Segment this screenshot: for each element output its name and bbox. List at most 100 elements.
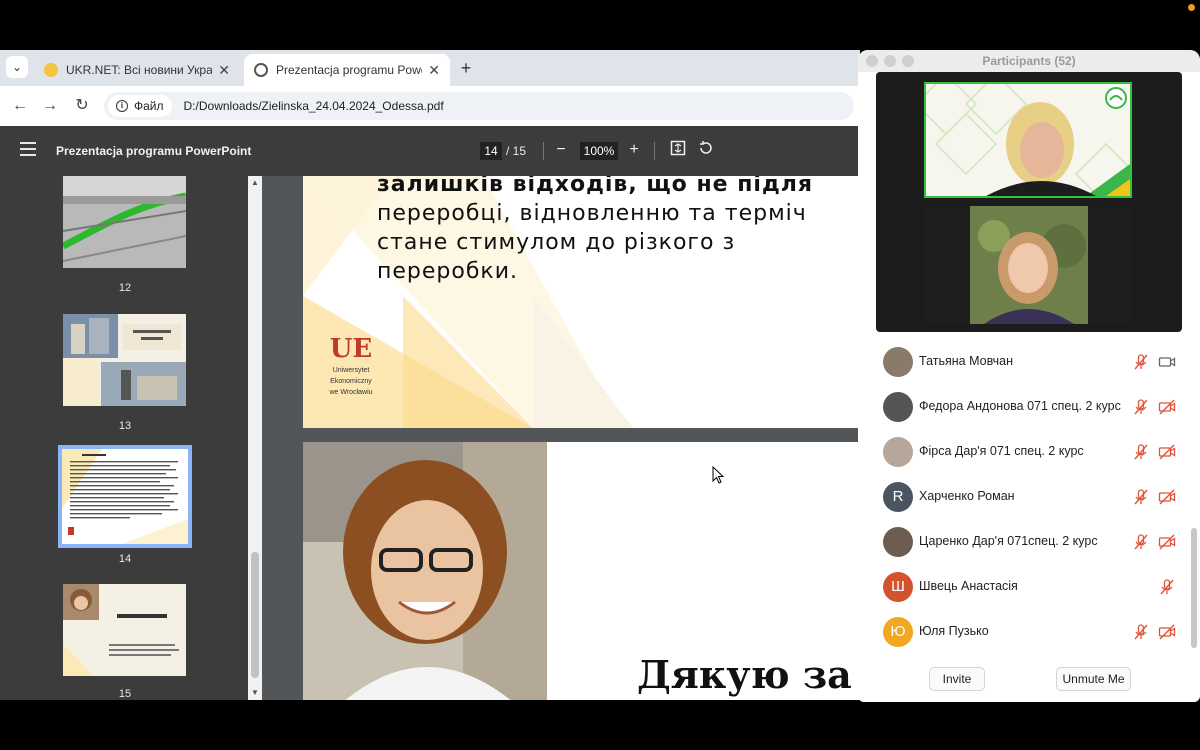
scroll-up-arrow-icon[interactable]: ▲ xyxy=(250,178,260,187)
participant-row[interactable]: R Харченко Роман xyxy=(858,475,1188,520)
site-info-chip[interactable]: i Файл xyxy=(108,95,172,117)
reload-icon[interactable]: ↻ xyxy=(72,96,92,116)
forward-arrow-icon[interactable]: → xyxy=(40,96,60,116)
participant-name: Федора Андонова 071 спец. 2 курс xyxy=(919,399,1121,413)
participant-name: Харченко Роман xyxy=(919,489,1015,503)
tab-strip: ⌄ UKR.NET: Всі новини України ✕ Prezenta… xyxy=(0,50,860,86)
tab-ukrnet[interactable]: UKR.NET: Всі новини України ✕ xyxy=(34,54,240,86)
mic-muted-icon xyxy=(1132,623,1150,641)
site-chip-label: Файл xyxy=(134,99,164,113)
video-on-icon xyxy=(1158,353,1176,371)
participant-row[interactable]: Царенко Дар'я 071спец. 2 курс xyxy=(858,520,1188,565)
tab-title: UKR.NET: Всі новини України xyxy=(66,63,213,77)
mic-muted-icon xyxy=(1132,398,1150,416)
browser-window: ⌄ UKR.NET: Всі новини України ✕ Prezenta… xyxy=(0,50,860,700)
logo-name-line: Ekonomiczny xyxy=(330,378,372,385)
thumbnail-number: 14 xyxy=(118,553,132,565)
rotate-icon[interactable] xyxy=(696,140,716,160)
address-bar: ← → ↻ i Файл D:/Downloads/Zielinska_24.0… xyxy=(0,86,860,126)
video-tile-participant[interactable] xyxy=(924,206,1132,324)
thumbnail-number: 12 xyxy=(118,282,132,294)
video-tile-speaker[interactable] xyxy=(924,82,1132,198)
ue-logo-mark: UE xyxy=(329,334,373,364)
sidebar-scrollbar[interactable]: ▲ ▼ xyxy=(248,176,262,700)
back-arrow-icon[interactable]: ← xyxy=(10,96,30,116)
avatar xyxy=(883,437,913,467)
participant-name: Царенко Дар'я 071спец. 2 курс xyxy=(919,534,1098,548)
mic-muted-icon xyxy=(1132,353,1150,371)
avatar xyxy=(883,347,913,377)
pdf-title: Prezentacja programu PowerPoint xyxy=(56,144,252,158)
video-off-icon xyxy=(1158,443,1176,461)
participant-name: Фірса Дар'я 071 спец. 2 курс xyxy=(919,444,1084,458)
invite-button[interactable]: Invite xyxy=(929,667,985,691)
notification-dot xyxy=(1188,4,1195,11)
zoom-level-input[interactable]: 100% xyxy=(580,142,618,160)
pdf-toolbar: Prezentacja programu PowerPoint 14 / 15 … xyxy=(0,126,860,176)
thumbnail-page-15[interactable] xyxy=(63,584,186,676)
video-off-icon xyxy=(1158,488,1176,506)
slide-line: залишків відходів, що не підля xyxy=(377,176,813,197)
video-off-icon xyxy=(1158,623,1176,641)
avatar xyxy=(883,392,913,422)
menu-icon[interactable] xyxy=(20,142,36,156)
participant-name: Татьяна Мовчан xyxy=(919,354,1014,368)
slide-line: переробці, відновленню та терміч xyxy=(377,201,807,226)
slide-body-text: залишків відходів, що не підля переробці… xyxy=(377,176,860,286)
participant-row[interactable]: Татьяна Мовчан xyxy=(858,340,1188,385)
thank-you-title: Дякую за у xyxy=(637,652,860,697)
pdf-page-15: Дякую за у xyxy=(303,442,860,700)
video-off-icon xyxy=(1158,398,1176,416)
mic-muted-icon xyxy=(1132,533,1150,551)
thumbnail-sidebar: 12 13 14 15 xyxy=(0,176,248,700)
omnibox[interactable]: i Файл D:/Downloads/Zielinska_24.04.2024… xyxy=(104,92,854,120)
page-number-input[interactable]: 14 xyxy=(480,142,502,160)
thumbnail-number: 13 xyxy=(118,420,132,432)
mic-muted-icon xyxy=(1132,488,1150,506)
pdf-body: 12 13 14 15 ▲ ▼ залишків відходів, що не… xyxy=(0,176,860,700)
pdf-page-14: залишків відходів, що не підля переробці… xyxy=(303,176,860,428)
window-titlebar: Participants (52) xyxy=(858,50,1200,72)
scrollbar-thumb[interactable] xyxy=(251,552,259,678)
thumbnail-page-12[interactable] xyxy=(63,176,186,268)
avatar: R xyxy=(883,482,913,512)
participants-window: Participants (52) Татьяна Мовчан Федора … xyxy=(858,50,1200,702)
participant-row[interactable]: Фірса Дар'я 071 спец. 2 курс xyxy=(858,430,1188,475)
mic-muted-icon xyxy=(1158,578,1176,596)
new-tab-button[interactable]: + xyxy=(456,58,476,78)
close-tab-icon[interactable]: ✕ xyxy=(218,62,230,79)
thumbnail-page-14[interactable] xyxy=(58,445,192,548)
info-icon: i xyxy=(116,100,128,112)
divider xyxy=(543,142,544,160)
url-text[interactable]: D:/Downloads/Zielinska_24.04.2024_Odessa… xyxy=(184,99,444,113)
slide-line: переробки. xyxy=(377,259,518,284)
zoom-in-icon[interactable]: + xyxy=(624,140,644,160)
unmute-me-button[interactable]: Unmute Me xyxy=(1056,667,1131,691)
zoom-out-icon[interactable]: − xyxy=(551,140,571,160)
participants-title: Participants (52) xyxy=(982,54,1076,68)
close-tab-icon[interactable]: ✕ xyxy=(428,62,440,79)
ukrnet-favicon-icon xyxy=(44,63,58,77)
fit-page-icon[interactable] xyxy=(668,140,688,160)
logo-name-line: Uniwersytet xyxy=(332,367,370,374)
tab-title: Prezentacja programu PowerPoint xyxy=(276,63,422,77)
slide-line: стане стимулом до різкого з xyxy=(377,230,736,255)
participant-name: Швець Анастасія xyxy=(919,579,1018,593)
globe-icon xyxy=(254,63,268,77)
tab-presentation[interactable]: Prezentacja programu PowerPoint ✕ xyxy=(244,54,450,86)
tab-search-button[interactable]: ⌄ xyxy=(6,56,28,78)
scroll-down-arrow-icon[interactable]: ▼ xyxy=(250,688,260,697)
thumbnail-page-13[interactable] xyxy=(63,314,186,406)
participant-row[interactable]: Ш Швець Анастасія xyxy=(858,565,1188,610)
mic-muted-icon xyxy=(1132,443,1150,461)
participant-name: Юля Пузько xyxy=(919,624,989,638)
video-off-icon xyxy=(1158,533,1176,551)
speaker-photo xyxy=(303,442,547,700)
avatar: Ю xyxy=(883,617,913,647)
screen: ⌄ UKR.NET: Всі новини України ✕ Prezenta… xyxy=(0,0,1200,750)
participant-row[interactable]: Ю Юля Пузько xyxy=(858,610,1188,655)
page-total: / 15 xyxy=(506,144,527,158)
thumbnail-number: 15 xyxy=(118,688,132,700)
participant-list-scrollbar[interactable] xyxy=(1191,528,1197,648)
participant-row[interactable]: Федора Андонова 071 спец. 2 курс xyxy=(858,385,1188,430)
